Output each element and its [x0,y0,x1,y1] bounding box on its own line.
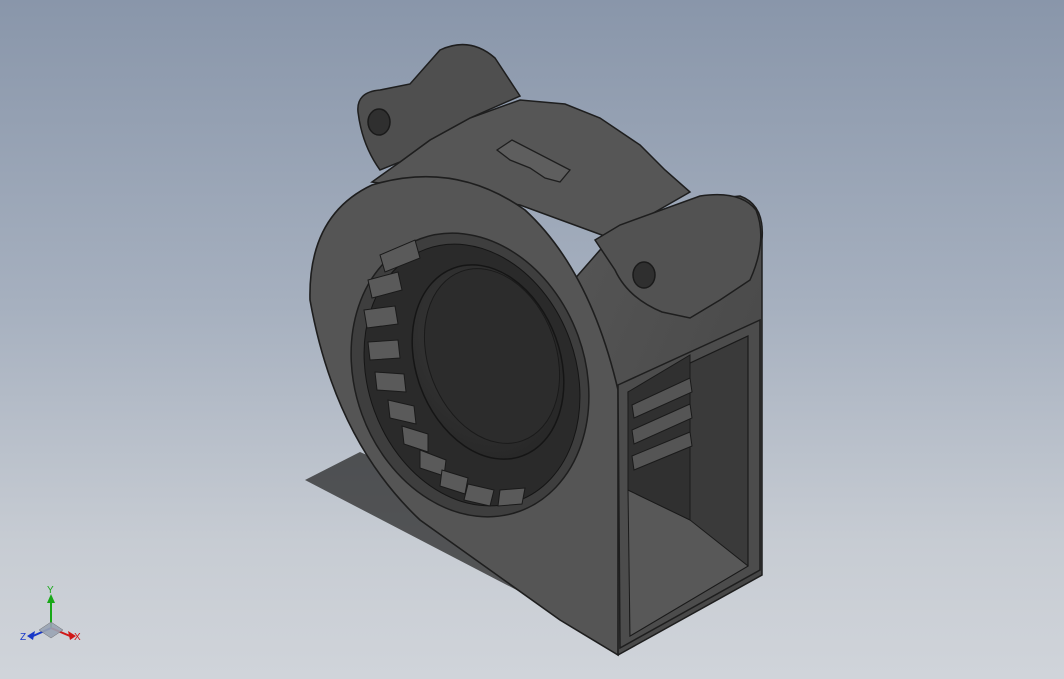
triad-label-z: Z [20,632,26,643]
blower-fan-model[interactable] [0,0,1064,679]
graphics-viewport[interactable]: Y X Z [0,0,1064,679]
mount-hole-left [367,108,391,136]
mount-hole-right [632,261,656,289]
z-axis-arrow [27,631,35,640]
triad-origin [38,621,64,639]
coordinate-triad[interactable]: Y X Z [18,584,88,648]
triad-label-x: X [74,632,81,643]
triad-label-y: Y [47,585,54,596]
